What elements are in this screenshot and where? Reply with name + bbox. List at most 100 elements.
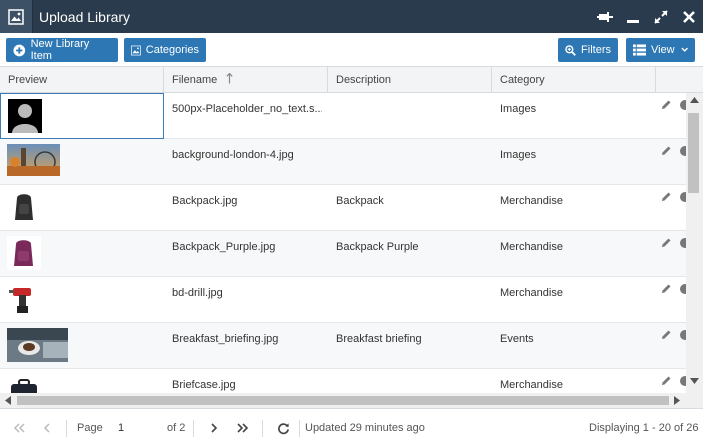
table-row[interactable]: Backpack_Purple.jpg Backpack Purple Merc… [0,231,686,277]
page-number-input[interactable] [113,418,153,438]
edit-pencil-icon[interactable] [660,237,672,249]
edit-pencil-icon[interactable] [660,329,672,341]
pin-icon[interactable] [591,0,619,33]
pager-separator [193,420,194,437]
scroll-corner [686,393,703,408]
chevron-right-icon [211,423,218,433]
category-cell: Images [500,149,537,161]
previous-page-button[interactable] [36,417,58,439]
category-cell: Merchandise [500,379,563,391]
drill-thumbnail [7,282,41,316]
column-header-description[interactable]: Description [328,67,492,93]
toolbar: New Library Item Categories Filters View [0,33,703,67]
preview-cell [0,231,164,277]
new-library-item-label: New Library Item [30,38,90,62]
scroll-left-arrow-icon[interactable] [5,396,11,405]
list-icon [633,44,646,56]
view-label: View [650,44,675,56]
view-dropdown-button[interactable]: View [626,38,695,62]
filename-cell: 500px-Placeholder_no_text.s... [172,103,322,115]
delete-circle-icon[interactable] [678,329,686,341]
pager-separator [299,420,300,437]
filename-cell: Briefcase.jpg [172,379,236,391]
chevron-down-icon [681,47,688,52]
next-page-button[interactable] [203,417,225,439]
chevron-left-icon [43,423,50,433]
filename-cell: Breakfast_briefing.jpg [172,333,279,345]
description-cell: Breakfast briefing [336,333,422,345]
displaying-count-text: Displaying 1 - 20 of 26 [589,422,699,434]
table-row[interactable]: bd-drill.jpg Merchandise [0,277,686,323]
delete-circle-icon[interactable] [678,99,686,111]
vertical-scroll-thumb[interactable] [688,113,699,193]
preview-cell [0,277,164,323]
window-title: Upload Library [39,8,131,25]
edit-pencil-icon[interactable] [660,283,672,295]
column-header-filename[interactable]: Filename [164,67,328,93]
categories-button[interactable]: Categories [124,38,206,62]
category-cell: Merchandise [500,287,563,299]
table-row[interactable]: background-london-4.jpg Images [0,139,686,185]
categories-label: Categories [145,44,199,56]
horizontal-scrollbar[interactable] [0,393,686,408]
preview-cell [0,139,164,185]
delete-circle-icon[interactable] [678,375,686,387]
edit-pencil-icon[interactable] [660,375,672,387]
delete-circle-icon[interactable] [678,145,686,157]
image-icon [0,0,33,33]
column-header-category[interactable]: Category [492,67,656,93]
filters-button[interactable]: Filters [558,38,618,62]
briefcase-thumbnail [7,374,41,393]
table-row[interactable]: Backpack.jpg Backpack Merchandise [0,185,686,231]
backpack-black-thumbnail [7,190,41,224]
category-cell: Images [500,103,537,115]
filename-cell: bd-drill.jpg [172,287,223,299]
preview-cell [0,185,164,231]
vertical-scrollbar[interactable] [686,93,703,393]
pager-separator [66,420,67,437]
filename-cell: Backpack.jpg [172,195,238,207]
new-library-item-button[interactable]: New Library Item [6,38,118,62]
category-cell: Merchandise [500,241,563,253]
grid-body: 500px-Placeholder_no_text.s... Images ba… [0,93,686,393]
delete-circle-icon[interactable] [678,191,686,203]
scroll-up-arrow-icon[interactable] [690,97,699,103]
filename-cell: Backpack_Purple.jpg [172,241,276,253]
preview-cell [0,93,164,139]
backpack-purple-thumbnail [7,236,41,270]
scroll-down-arrow-icon[interactable] [690,378,699,384]
last-updated-text: Updated 29 minutes ago [305,422,425,434]
delete-circle-icon[interactable] [678,237,686,249]
minimize-icon[interactable] [619,0,647,33]
title-bar: Upload Library [0,0,703,33]
preview-cell [0,323,164,369]
page-count-label: of 2 [167,422,186,434]
horizontal-scroll-thumb[interactable] [17,396,669,405]
table-row[interactable]: Briefcase.jpg Merchandise [0,369,686,393]
edit-pencil-icon[interactable] [660,99,672,111]
refresh-button[interactable] [272,417,294,439]
edit-pencil-icon[interactable] [660,191,672,203]
double-chevron-right-icon [237,423,249,433]
column-header-preview[interactable]: Preview [0,67,164,93]
edit-pencil-icon[interactable] [660,145,672,157]
delete-circle-icon[interactable] [678,283,686,295]
preview-cell [0,369,164,393]
london-photo-thumbnail [7,144,60,176]
category-cell: Events [500,333,534,345]
description-cell: Backpack Purple [336,241,419,253]
filename-cell: background-london-4.jpg [172,149,294,161]
maximize-icon[interactable] [647,0,675,33]
grid-header: Preview Filename Description Category [0,67,703,93]
scroll-right-arrow-icon[interactable] [674,396,680,405]
table-row[interactable]: Breakfast_briefing.jpg Breakfast briefin… [0,323,686,369]
filters-label: Filters [581,44,611,56]
image-icon [131,45,141,55]
column-header-filename-label: Filename [172,74,218,86]
last-page-button[interactable] [232,417,254,439]
close-icon[interactable] [675,0,703,33]
first-page-button[interactable] [8,417,30,439]
double-chevron-left-icon [13,423,25,433]
table-row[interactable]: 500px-Placeholder_no_text.s... Images [0,93,686,139]
category-cell: Merchandise [500,195,563,207]
